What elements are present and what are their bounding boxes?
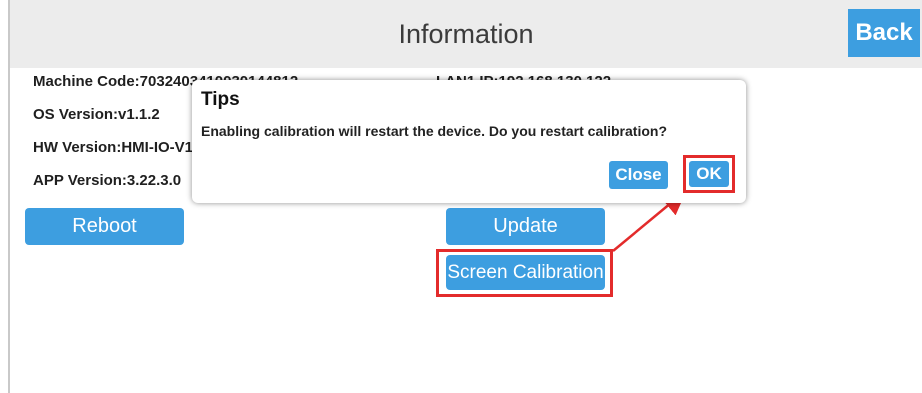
dialog-title: Tips [201,89,240,110]
dialog-close-button[interactable]: Close [609,161,668,189]
dialog-ok-button[interactable]: OK [689,161,729,187]
tips-dialog: Tips Enabling calibration will restart t… [192,80,746,203]
dialog-message: Enabling calibration will restart the de… [201,123,667,139]
